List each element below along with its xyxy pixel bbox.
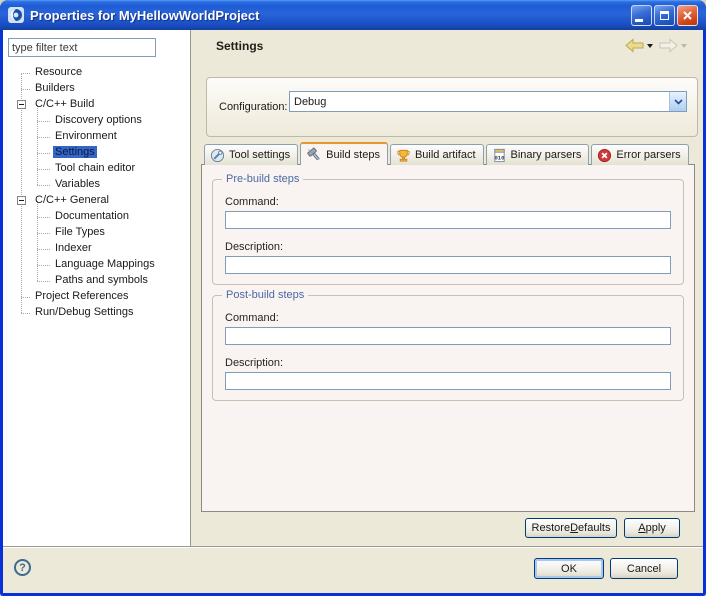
ok-button[interactable]: OK bbox=[534, 558, 604, 579]
build-artifact-icon bbox=[396, 148, 411, 163]
tree-item-cpp-general[interactable]: C/C++ General bbox=[3, 193, 189, 209]
eclipse-app-icon bbox=[8, 7, 24, 23]
group-title: Post-build steps bbox=[222, 289, 308, 301]
tree-item-cpp-build[interactable]: C/C++ Build bbox=[3, 97, 189, 113]
pre-build-description-input[interactable] bbox=[225, 256, 671, 274]
build-steps-icon bbox=[306, 147, 322, 162]
tree-item-environment[interactable]: Environment bbox=[3, 129, 189, 145]
configuration-combo[interactable]: Debug bbox=[289, 91, 687, 112]
back-dropdown-icon[interactable] bbox=[647, 44, 653, 48]
description-label: Description: bbox=[225, 357, 671, 369]
window-title: Properties for MyHellowWorldProject bbox=[30, 8, 631, 23]
configuration-panel: Configuration: Debug bbox=[206, 77, 698, 137]
cancel-button[interactable]: Cancel bbox=[610, 558, 678, 579]
navigation-panel: Resource Builders C/C++ Build Discovery … bbox=[3, 30, 191, 546]
tab-error-parsers[interactable]: Error parsers bbox=[591, 144, 688, 165]
tree-item-project-references[interactable]: Project References bbox=[3, 289, 189, 305]
error-parsers-icon bbox=[597, 148, 612, 163]
restore-defaults-button[interactable]: Restore Defaults bbox=[525, 518, 617, 538]
command-label: Command: bbox=[225, 196, 671, 208]
group-title: Pre-build steps bbox=[222, 173, 303, 185]
close-icon bbox=[682, 10, 693, 21]
window-controls bbox=[631, 5, 698, 26]
history-navigation bbox=[625, 38, 691, 53]
tree-item-paths-and-symbols[interactable]: Paths and symbols bbox=[3, 273, 189, 289]
properties-dialog: Properties for MyHellowWorldProject Reso… bbox=[0, 0, 706, 596]
help-icon[interactable]: ? bbox=[14, 559, 31, 576]
titlebar[interactable]: Properties for MyHellowWorldProject bbox=[0, 0, 706, 30]
back-icon[interactable] bbox=[625, 38, 644, 53]
description-label: Description: bbox=[225, 241, 671, 253]
post-build-steps-group: Post-build steps Command: Description: bbox=[212, 295, 684, 401]
tree-item-variables[interactable]: Variables bbox=[3, 177, 189, 193]
tab-build-artifact[interactable]: Build artifact bbox=[390, 144, 484, 165]
collapse-toggle-icon[interactable] bbox=[17, 196, 26, 205]
tree-item-run-debug-settings[interactable]: Run/Debug Settings bbox=[3, 305, 189, 321]
settings-page: Settings Configuration: Debug bbox=[192, 30, 703, 546]
pre-build-steps-group: Pre-build steps Command: Description: bbox=[212, 179, 684, 285]
minimize-button[interactable] bbox=[631, 5, 652, 26]
tree-item-language-mappings[interactable]: Language Mappings bbox=[3, 257, 189, 273]
page-title: Settings bbox=[216, 39, 263, 53]
tree-item-documentation[interactable]: Documentation bbox=[3, 209, 189, 225]
post-build-description-input[interactable] bbox=[225, 372, 671, 390]
binary-parsers-icon: 010 bbox=[492, 148, 507, 163]
command-label: Command: bbox=[225, 312, 671, 324]
configuration-label: Configuration: bbox=[219, 101, 288, 113]
tab-binary-parsers[interactable]: 010 Binary parsers bbox=[486, 144, 590, 165]
build-steps-panel: Pre-build steps Command: Description: Po… bbox=[201, 164, 695, 512]
footer-divider bbox=[3, 546, 703, 548]
settings-tabs: Tool settings Build steps bbox=[204, 142, 691, 165]
tree-item-resource[interactable]: Resource bbox=[3, 65, 189, 81]
apply-button[interactable]: Apply bbox=[624, 518, 680, 538]
maximize-button[interactable] bbox=[654, 5, 675, 26]
tool-settings-icon bbox=[210, 148, 225, 163]
svg-text:010: 010 bbox=[494, 154, 505, 161]
forward-dropdown-icon[interactable] bbox=[681, 44, 687, 48]
properties-tree: Resource Builders C/C++ Build Discovery … bbox=[3, 64, 189, 546]
tree-item-tool-chain-editor[interactable]: Tool chain editor bbox=[3, 161, 189, 177]
tab-tool-settings[interactable]: Tool settings bbox=[204, 144, 298, 165]
tree-item-discovery-options[interactable]: Discovery options bbox=[3, 113, 189, 129]
forward-icon-disabled[interactable] bbox=[659, 38, 678, 53]
close-button[interactable] bbox=[677, 5, 698, 26]
collapse-toggle-icon[interactable] bbox=[17, 100, 26, 109]
pre-build-command-input[interactable] bbox=[225, 211, 671, 229]
tree-item-settings[interactable]: Settings bbox=[3, 145, 189, 161]
tree-item-builders[interactable]: Builders bbox=[3, 81, 189, 97]
tree-item-file-types[interactable]: File Types bbox=[3, 225, 189, 241]
filter-input[interactable] bbox=[8, 38, 156, 57]
configuration-value: Debug bbox=[290, 96, 669, 108]
chevron-down-icon bbox=[674, 99, 683, 105]
tree-item-indexer[interactable]: Indexer bbox=[3, 241, 189, 257]
post-build-command-input[interactable] bbox=[225, 327, 671, 345]
tab-build-steps[interactable]: Build steps bbox=[300, 142, 388, 165]
combo-dropdown-button[interactable] bbox=[669, 92, 686, 111]
dialog-body: Resource Builders C/C++ Build Discovery … bbox=[3, 30, 703, 593]
